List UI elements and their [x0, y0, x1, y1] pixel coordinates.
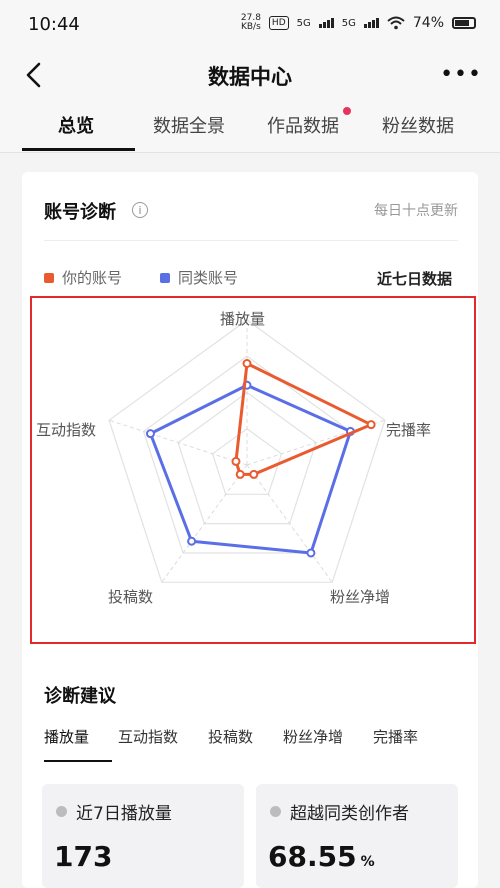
legend-swatch-peers	[160, 272, 170, 283]
tab-fans-data[interactable]: 粉丝数据	[382, 112, 454, 138]
stat-card-plays: 近7日播放量 173	[42, 784, 244, 888]
legend-label-peers: 同类账号	[178, 269, 239, 287]
radar-point-s1-5	[231, 456, 241, 466]
radar-point-s1-3	[249, 469, 259, 479]
axis-label-plays: 播放量	[220, 310, 266, 328]
subtab-completion[interactable]: 完播率	[373, 726, 418, 747]
subtab-plays[interactable]: 播放量	[44, 726, 89, 747]
update-note: 每日十点更新	[374, 203, 458, 219]
radar-spoke-5	[108, 419, 248, 466]
network-speed-unit: KB/s	[240, 22, 261, 32]
axis-label-fans: 粉丝净增	[330, 588, 391, 606]
radar-point-s2-5	[145, 429, 155, 439]
subtab-posts[interactable]: 投稿数	[208, 726, 253, 747]
axis-label-completion: 完播率	[386, 421, 432, 439]
stat-value: 173	[54, 840, 116, 873]
advice-tabs: 播放量 互动指数 投稿数 粉丝净增 完播率	[44, 724, 464, 762]
stat-number: 68.55	[268, 840, 357, 873]
radar-chart: 播放量 完播率 粉丝净增 投稿数 互动指数	[30, 296, 476, 644]
stat-dot-icon	[270, 806, 281, 817]
signal-icon-2	[363, 18, 379, 28]
divider	[44, 240, 458, 241]
radar-svg	[108, 319, 386, 583]
range-label: 近七日数据	[376, 270, 452, 288]
advice-title: 诊断建议	[44, 686, 116, 707]
net1-label: 5G	[296, 17, 311, 29]
radar-point-s1-1	[242, 359, 252, 368]
legend-item-peers: 同类账号	[160, 267, 238, 288]
legend-item-yours: 你的账号	[44, 267, 122, 288]
axis-label-posts: 投稿数	[108, 588, 154, 606]
radar-point-s2-3	[306, 548, 316, 558]
signal-icon-1	[318, 18, 334, 28]
radar-series-line-1	[234, 362, 373, 476]
axis-label-interaction: 互动指数	[36, 421, 97, 439]
status-icons: 27.8 KB/s HD 5G 5G 74%	[241, 14, 476, 32]
battery-icon	[452, 17, 476, 29]
tab-active-indicator	[22, 148, 135, 151]
notification-dot	[343, 107, 351, 115]
stat-label: 超越同类创作者	[290, 804, 409, 824]
status-bar: 10:44 27.8 KB/s HD 5G 5G 74%	[0, 0, 500, 50]
net2-label: 5G	[341, 17, 356, 29]
battery-percent: 74%	[412, 15, 444, 31]
wifi-icon	[387, 16, 405, 30]
subtab-interaction[interactable]: 互动指数	[118, 726, 178, 747]
subtab-fans[interactable]: 粉丝净增	[283, 726, 343, 747]
stat-unit: %	[360, 854, 375, 870]
radar-series-line-2	[148, 383, 352, 555]
tab-works-data[interactable]: 作品数据	[267, 112, 339, 138]
radar-point-s1-2	[366, 420, 376, 430]
more-icon[interactable]: •••	[440, 62, 482, 87]
diagnosis-card: 账号诊断 i 每日十点更新 你的账号 同类账号 近七日数据 播放量 完播率 粉丝…	[22, 172, 478, 888]
legend-swatch-yours	[44, 272, 54, 283]
card-title: 账号诊断	[44, 202, 116, 223]
tab-data-panorama[interactable]: 数据全景	[153, 112, 225, 138]
subtab-active-indicator	[44, 760, 112, 762]
page-title: 数据中心	[208, 65, 292, 89]
legend-label-yours: 你的账号	[62, 269, 123, 287]
tab-overview[interactable]: 总览	[58, 112, 94, 138]
stat-dot-icon	[56, 806, 67, 817]
stat-label: 近7日播放量	[76, 804, 172, 824]
tab-bar: 总览 数据全景 作品数据 粉丝数据	[0, 100, 500, 153]
info-icon[interactable]: i	[132, 202, 148, 218]
hd-icon: HD	[268, 16, 289, 30]
status-time: 10:44	[28, 14, 80, 35]
stat-number: 173	[54, 840, 113, 873]
radar-point-s1-4	[235, 469, 245, 479]
network-speed: 27.8 KB/s	[241, 14, 261, 32]
stat-value: 68.55%	[268, 840, 375, 873]
stat-card-beat-peers: 超越同类创作者 68.55%	[256, 784, 458, 888]
nav-bar: 数据中心 •••	[0, 50, 500, 100]
radar-point-s2-4	[187, 536, 197, 546]
